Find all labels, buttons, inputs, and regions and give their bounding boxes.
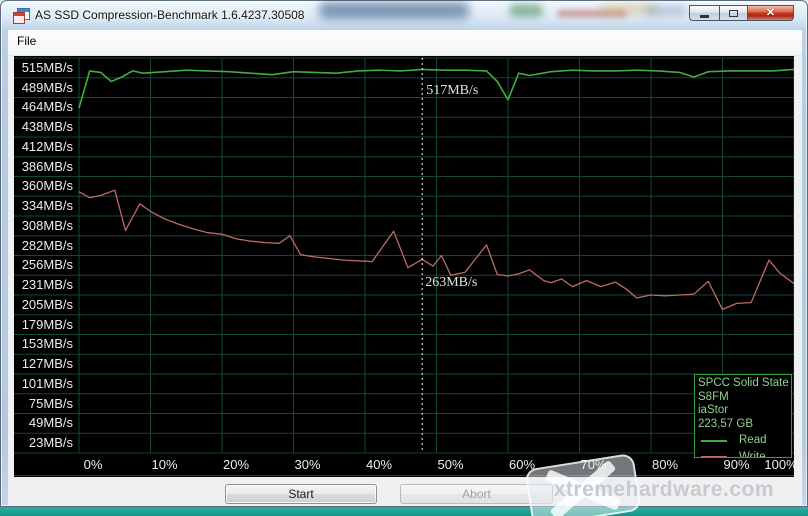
y-axis-tick: 23MB/s bbox=[14, 435, 73, 450]
y-axis-tick: 489MB/s bbox=[14, 80, 73, 95]
page-background-strip bbox=[0, 507, 808, 516]
legend-swatch bbox=[701, 440, 727, 442]
y-axis-tick: 231MB/s bbox=[14, 277, 73, 292]
menu-bar: File bbox=[8, 30, 802, 56]
y-axis-tick: 308MB/s bbox=[14, 218, 73, 233]
window-title: AS SSD Compression-Benchmark 1.6.4237.30… bbox=[35, 8, 304, 22]
start-button[interactable]: Start bbox=[225, 484, 377, 504]
cursor-write-value: 263MB/s bbox=[425, 275, 477, 290]
cursor-read-value: 517MB/s bbox=[426, 83, 478, 98]
x-axis-tick: 10% bbox=[151, 457, 177, 472]
x-axis-tick: 90% bbox=[723, 457, 749, 472]
x-axis-tick: 60% bbox=[509, 457, 535, 472]
y-axis-tick: 438MB/s bbox=[14, 119, 73, 134]
close-icon: ✕ bbox=[766, 8, 775, 19]
menu-item-file[interactable]: File bbox=[8, 30, 45, 52]
y-axis-tick: 153MB/s bbox=[14, 336, 73, 351]
app-icon bbox=[13, 8, 29, 23]
maximize-icon bbox=[729, 10, 738, 17]
y-axis-tick: 101MB/s bbox=[14, 376, 73, 391]
y-axis-tick: 75MB/s bbox=[14, 396, 73, 411]
glass-blur-artifact bbox=[645, 5, 687, 16]
y-axis-tick: 464MB/s bbox=[14, 99, 73, 114]
x-axis-tick: 70% bbox=[580, 457, 606, 472]
screen: AS SSD Compression-Benchmark 1.6.4237.30… bbox=[0, 0, 808, 516]
x-axis-tick: 0% bbox=[84, 457, 103, 472]
legend-entry-read: Read bbox=[698, 434, 791, 448]
legend-entry-write: Write bbox=[698, 451, 791, 459]
glass-blur-artifact bbox=[557, 10, 627, 17]
minimize-icon bbox=[700, 15, 709, 18]
close-button[interactable]: ✕ bbox=[748, 5, 794, 21]
x-axis-tick: 20% bbox=[223, 457, 249, 472]
title-bar[interactable]: AS SSD Compression-Benchmark 1.6.4237.30… bbox=[1, 1, 807, 30]
y-axis-tick: 256MB/s bbox=[14, 257, 73, 272]
x-axis-tick: 80% bbox=[652, 457, 678, 472]
chart-legend: SPCC Solid State DS8FMiaStor223,57 GB Re… bbox=[694, 374, 792, 458]
legend-device-line: iaStor bbox=[698, 404, 791, 418]
glass-blur-artifact bbox=[509, 4, 543, 17]
legend-swatch bbox=[701, 456, 727, 458]
y-axis-tick: 386MB/s bbox=[14, 159, 73, 174]
y-axis-tick: 360MB/s bbox=[14, 178, 73, 193]
y-axis-tick: 127MB/s bbox=[14, 356, 73, 371]
y-axis-tick: 49MB/s bbox=[14, 415, 73, 430]
legend-device-line: S8FM bbox=[698, 391, 791, 405]
abort-button[interactable]: Abort bbox=[400, 484, 553, 504]
x-axis-tick: 40% bbox=[366, 457, 392, 472]
x-axis-tick: 30% bbox=[294, 457, 320, 472]
maximize-button[interactable] bbox=[719, 5, 748, 21]
y-axis-tick: 282MB/s bbox=[14, 238, 73, 253]
compression-benchmark-chart[interactable]: 517MB/s 263MB/s 515MB/s 489MB/s 464MB/s 438M… bbox=[14, 56, 794, 477]
y-axis-tick: 334MB/s bbox=[14, 198, 73, 213]
glass-blur-artifact bbox=[599, 3, 659, 15]
legend-label: Read bbox=[739, 434, 767, 448]
legend-label: Write bbox=[739, 451, 766, 459]
y-axis-tick: 179MB/s bbox=[14, 317, 73, 332]
legend-device-line: 223,57 GB bbox=[698, 418, 791, 432]
x-axis-tick: 50% bbox=[437, 457, 463, 472]
window-controls: ✕ bbox=[689, 5, 794, 21]
minimize-button[interactable] bbox=[689, 5, 719, 21]
y-axis-tick: 515MB/s bbox=[14, 60, 73, 75]
legend-device-line: SPCC Solid State D bbox=[698, 377, 791, 391]
x-axis-tick: 100% bbox=[764, 457, 797, 472]
chart-plot[interactable]: 517MB/s 263MB/s bbox=[14, 56, 794, 477]
y-axis-tick: 205MB/s bbox=[14, 297, 73, 312]
y-axis-tick: 412MB/s bbox=[14, 139, 73, 154]
glass-blur-artifact bbox=[319, 2, 469, 19]
